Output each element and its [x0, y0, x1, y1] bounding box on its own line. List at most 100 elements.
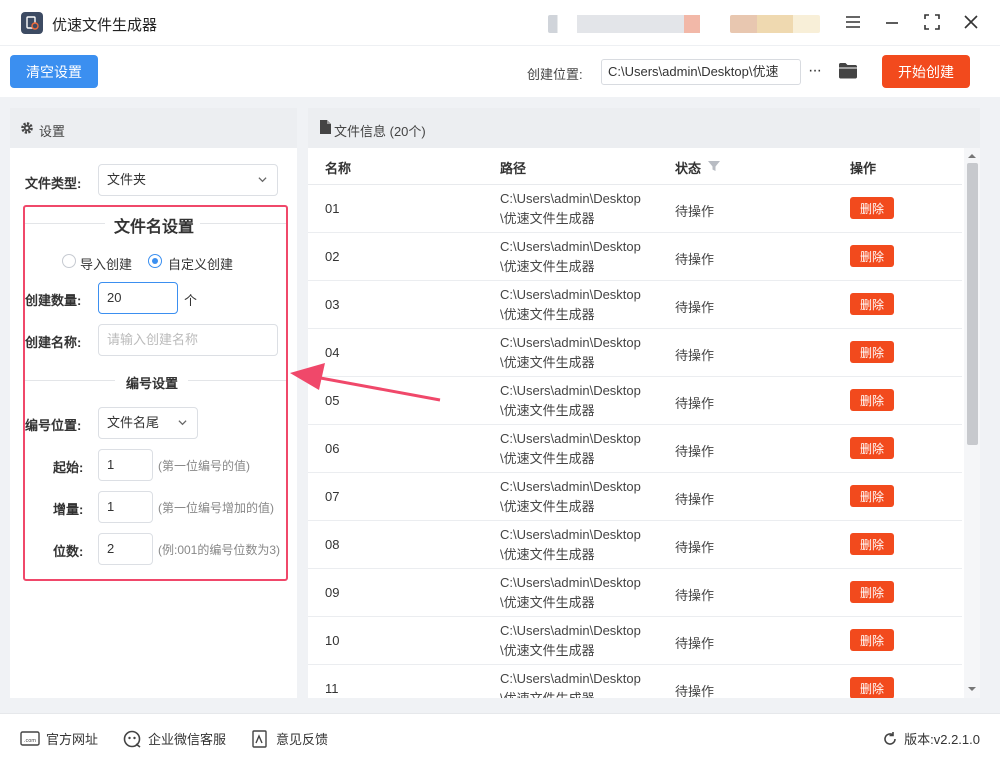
delete-button[interactable]: 删除 — [850, 245, 894, 267]
wechat-service-link[interactable]: 企业微信客服 — [122, 729, 226, 748]
settings-panel: 设置 文件类型: 文件夹 文件名设置 导入创建 自定义创建 创建数量: 20 个… — [10, 108, 297, 698]
row-path: C:\Users\admin\Desktop\优速文件生成器 — [500, 239, 641, 274]
column-header-action: 操作 — [850, 161, 877, 176]
row-status: 待操作 — [675, 396, 715, 411]
app-logo-icon — [21, 12, 43, 34]
row-path: C:\Users\admin\Desktop\优速文件生成器 — [500, 479, 641, 514]
delete-button[interactable]: 删除 — [850, 581, 894, 603]
radio-import[interactable] — [62, 254, 76, 268]
delete-button[interactable]: 删除 — [850, 197, 894, 219]
column-header-status: 状态 — [675, 161, 702, 176]
delete-button[interactable]: 删除 — [850, 533, 894, 555]
delete-button[interactable]: 删除 — [850, 485, 894, 507]
delete-button[interactable]: 删除 — [850, 389, 894, 411]
file-icon — [320, 120, 331, 134]
radio-custom-label[interactable]: 自定义创建 — [168, 254, 233, 273]
table-row: 06 C:\Users\admin\Desktop\优速文件生成器 待操作 删除 — [308, 425, 962, 473]
position-label: 编号位置: — [25, 418, 82, 433]
row-path: C:\Users\admin\Desktop\优速文件生成器 — [500, 383, 641, 418]
toolbar: 清空设置 创建位置: C:\Users\admin\Desktop\优速 ···… — [0, 45, 1000, 97]
chevron-down-icon — [178, 420, 187, 426]
count-unit: 个 — [184, 293, 198, 308]
divider — [25, 223, 105, 224]
row-status: 待操作 — [675, 252, 715, 267]
digits-hint: (例:001的编号位数为3) — [158, 543, 281, 557]
divider — [200, 223, 286, 224]
feedback-link[interactable]: 意见反馈 — [250, 729, 328, 748]
table-row: 08 C:\Users\admin\Desktop\优速文件生成器 待操作 删除 — [308, 521, 962, 569]
row-path: C:\Users\admin\Desktop\优速文件生成器 — [500, 527, 641, 562]
table-row: 10 C:\Users\admin\Desktop\优速文件生成器 待操作 删除 — [308, 617, 962, 665]
row-name: 09 — [325, 585, 340, 600]
settings-title: 设置 — [39, 124, 66, 139]
website-icon: .com — [20, 730, 40, 746]
more-options-icon[interactable]: ··· — [808, 59, 826, 83]
minimize-icon[interactable] — [879, 9, 905, 35]
start-input[interactable]: 1 — [98, 449, 153, 481]
table-row: 11 C:\Users\admin\Desktop\优速文件生成器 待操作 删除 — [308, 665, 962, 698]
start-label: 起始: — [53, 460, 84, 475]
file-type-select[interactable]: 文件夹 — [98, 164, 278, 196]
folder-icon[interactable] — [838, 62, 858, 79]
start-create-button[interactable]: 开始创建 — [882, 55, 970, 88]
gear-icon — [20, 121, 34, 135]
refresh-icon[interactable] — [882, 731, 898, 747]
row-name: 07 — [325, 489, 340, 504]
location-input[interactable]: C:\Users\admin\Desktop\优速 — [601, 59, 801, 85]
step-label: 增量: — [53, 502, 84, 517]
row-status: 待操作 — [675, 636, 715, 651]
close-icon[interactable] — [958, 9, 984, 35]
wechat-label: 企业微信客服 — [148, 732, 227, 747]
count-input[interactable]: 20 — [98, 282, 178, 314]
row-path: C:\Users\admin\Desktop\优速文件生成器 — [500, 623, 641, 658]
table-scrollbar[interactable] — [964, 148, 980, 698]
filter-icon[interactable] — [708, 160, 720, 172]
row-status: 待操作 — [675, 492, 715, 507]
scroll-up-icon[interactable] — [968, 152, 976, 160]
table-row: 01 C:\Users\admin\Desktop\优速文件生成器 待操作 删除 — [308, 185, 962, 233]
numbering-section-title: 编号设置 — [126, 376, 179, 391]
row-status: 待操作 — [675, 348, 715, 363]
svg-text:.com: .com — [24, 738, 36, 744]
row-status: 待操作 — [675, 588, 715, 603]
filename-section-title: 文件名设置 — [114, 219, 195, 236]
scroll-down-icon[interactable] — [968, 685, 976, 693]
step-input[interactable]: 1 — [98, 491, 153, 523]
file-info-title: 文件信息 (20个) — [334, 124, 426, 139]
row-status: 待操作 — [675, 204, 715, 219]
feedback-icon — [252, 729, 267, 748]
vip-info-blurred — [730, 15, 820, 33]
row-path: C:\Users\admin\Desktop\优速文件生成器 — [500, 575, 641, 610]
name-label: 创建名称: — [25, 335, 82, 350]
row-name: 08 — [325, 537, 340, 552]
feedback-label: 意见反馈 — [276, 732, 329, 747]
delete-button[interactable]: 删除 — [850, 341, 894, 363]
row-name: 06 — [325, 441, 340, 456]
row-path: C:\Users\admin\Desktop\优速文件生成器 — [500, 287, 641, 322]
location-label: 创建位置: — [527, 67, 583, 82]
delete-button[interactable]: 删除 — [850, 629, 894, 651]
radio-custom[interactable] — [148, 254, 162, 268]
clear-settings-button[interactable]: 清空设置 — [10, 55, 98, 88]
file-info-header: 文件信息 (20个) — [308, 108, 980, 148]
website-link[interactable]: .com 官方网址 — [20, 729, 98, 748]
maximize-icon[interactable] — [919, 9, 945, 35]
position-select[interactable]: 文件名尾 — [98, 407, 198, 439]
footer: .com 官方网址 企业微信客服 意见反馈 版本:v2.2.1.0 — [0, 713, 1000, 760]
app-title: 优速文件生成器 — [52, 17, 158, 34]
table-row: 02 C:\Users\admin\Desktop\优速文件生成器 待操作 删除 — [308, 233, 962, 281]
delete-button[interactable]: 删除 — [850, 437, 894, 459]
user-info-blurred — [548, 15, 708, 33]
digits-input[interactable]: 2 — [98, 533, 153, 565]
row-status: 待操作 — [675, 684, 715, 698]
name-input[interactable]: 请输入创建名称 — [98, 324, 278, 356]
row-status: 待操作 — [675, 444, 715, 459]
radio-import-label[interactable]: 导入创建 — [80, 254, 132, 273]
row-status: 待操作 — [675, 300, 715, 315]
wechat-icon — [123, 730, 141, 748]
delete-button[interactable]: 删除 — [850, 293, 894, 315]
menu-icon[interactable] — [840, 9, 866, 35]
column-header-path: 路径 — [500, 161, 527, 176]
scroll-thumb[interactable] — [967, 163, 978, 445]
delete-button[interactable]: 删除 — [850, 677, 894, 698]
